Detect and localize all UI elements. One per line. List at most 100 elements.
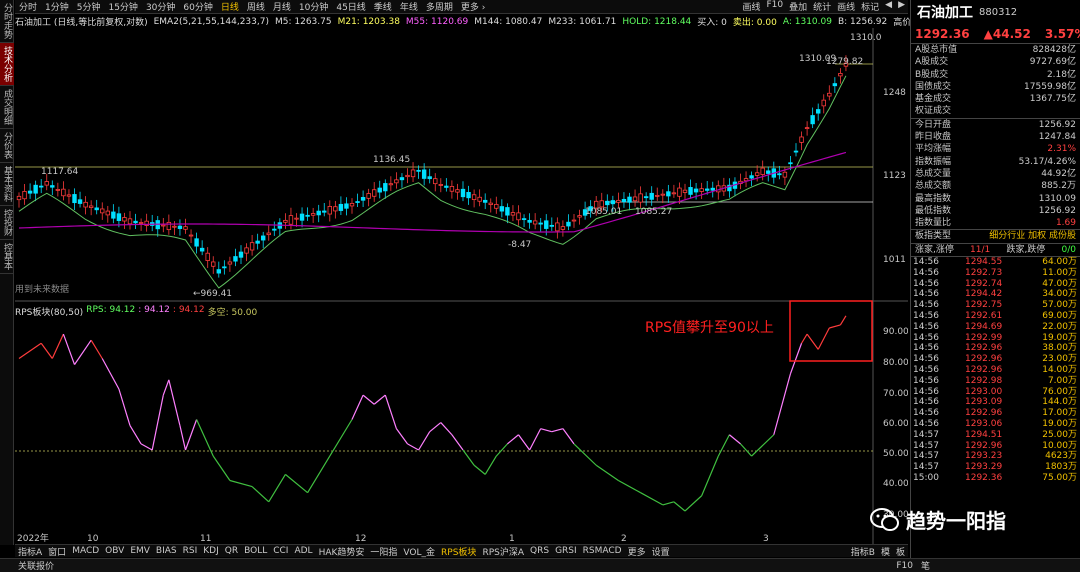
panel-header: 石油加工 880312 [911,0,1080,24]
period-1[interactable]: 1分钟 [41,0,73,13]
annot-1085a: 1085.01 [585,207,622,217]
indicator-b-tab[interactable]: 指标B [848,545,878,558]
period-8[interactable]: 月线 [269,0,295,13]
rps-segment [285,473,308,494]
left-tab-6[interactable]: 控基本 [0,240,14,274]
candle-body [266,232,271,236]
bottom-tab-10[interactable]: CCI [270,546,291,556]
status-pen[interactable]: 笔 [921,559,1080,572]
tick-list[interactable]: 14:56 1294.55 64.00万 14:56 1292.73 11.00万 14:5… [911,257,1080,484]
bottom-tab-12[interactable]: HAK趋势安 [316,545,368,558]
bottom-tab-5[interactable]: BIAS [153,546,180,556]
bottom-tab-18[interactable]: GRSI [552,546,580,556]
left-tab-1[interactable]: 技术分析 [0,43,14,86]
tool-3[interactable]: 统计 [810,0,834,13]
market-value: 17559.98亿 [1024,81,1076,92]
plate-type-value[interactable]: 细分行业 加权 成份股 [989,230,1076,242]
left-tab-2[interactable]: 成交明细 [0,86,14,129]
tick-row: 14:56 1292.99 19.00万 [911,333,1080,344]
next-arrow-icon[interactable]: ▶ [895,0,908,13]
left-tab-3[interactable]: 分价表 [0,129,14,163]
tool-5[interactable]: 标记 [858,0,882,13]
bottom-tab-14[interactable]: VOL_金 [400,545,438,558]
bottom-tab-6[interactable]: RSI [180,546,201,556]
bottom-tab-8[interactable]: QR [222,546,241,556]
bottom-tab-11[interactable]: ADL [291,546,315,556]
period-10[interactable]: 45日线 [332,0,369,13]
rps-axis-50: 50.00 [883,449,908,459]
left-tab-5[interactable]: 控投财 [0,206,14,240]
chart-area[interactable]: 1310.0 1248 1123 1011 1117.64 1136.45 ←9… [15,28,908,544]
candle-body [355,201,360,203]
period-6[interactable]: 日线 [217,0,243,13]
candle-body [133,220,138,224]
market-value: 1367.75亿 [1029,94,1076,105]
rps-segment [384,394,397,429]
index-stats: 今日开盘 1256.92 昨日收盘 1247.84 平均涨幅 2.31% 指数振幅 53.17… [911,119,1080,230]
b-value: B: 1256.92 [837,16,888,27]
tool-1[interactable]: F10 [763,0,786,13]
bottom-tab-17[interactable]: QRS [527,546,552,556]
future-data-notice: 用到未来数据 [15,283,69,295]
bottom-tab-20[interactable]: 更多 [625,545,649,558]
annot-1117: 1117.64 [41,167,78,177]
tick-row: 14:56 1292.61 69.00万 [911,311,1080,322]
panel-code: 880312 [979,6,1018,18]
tick-row: 14:56 1293.06 19.00万 [911,419,1080,430]
tool-2[interactable]: 叠加 [786,0,810,13]
rps-label[interactable]: RPS板块(80,50) [15,305,86,318]
tick-time: 14:56 [913,354,939,365]
bottom-tab-2[interactable]: MACD [69,546,102,556]
plate-tab[interactable]: 板 [893,545,908,558]
time-axis-11: 11 [200,534,211,544]
left-tab-4[interactable]: 基本资料 [0,163,14,206]
candle-body [333,206,338,212]
period-9[interactable]: 10分钟 [295,0,332,13]
period-0[interactable]: 分时 [15,0,41,13]
rps-segment [507,434,519,445]
bottom-tab-0[interactable]: 指标A [15,545,45,558]
prev-arrow-icon[interactable]: ◀ [882,0,895,13]
rps-axis-40: 40.00 [883,479,908,489]
status-related-quote[interactable]: 关联报价 [0,559,54,572]
bottom-tab-9[interactable]: BOLL [241,546,270,556]
bottom-tab-13[interactable]: 一阳指 [367,545,400,558]
period-14[interactable]: 更多 › [457,0,489,13]
candle-body [433,178,438,185]
bottom-tab-7[interactable]: KDJ [200,546,222,556]
bottom-tab-3[interactable]: OBV [102,546,127,556]
period-3[interactable]: 15分钟 [104,0,141,13]
candle-body [188,234,194,237]
tool-4[interactable]: 画线 [834,0,858,13]
period-7[interactable]: 周线 [243,0,269,13]
stat-row: 平均涨幅 2.31% [911,143,1080,155]
period-13[interactable]: 多周期 [422,0,457,13]
bottom-tab-16[interactable]: RPS沪深A [479,545,527,558]
candle-body [549,224,554,227]
template-tab[interactable]: 模 [878,545,893,558]
tick-time: 14:57 [913,462,939,473]
period-11[interactable]: 季线 [370,0,396,13]
period-12[interactable]: 年线 [396,0,422,13]
rps-value-2: : 94.12 [138,305,170,315]
period-5[interactable]: 60分钟 [179,0,216,13]
rps-segment [806,333,819,350]
ema-label[interactable]: EMA2(5,21,55,144,233,7) [154,17,275,27]
period-4[interactable]: 30分钟 [142,0,179,13]
tick-row: 15:00 1292.36 75.00万 [911,473,1080,484]
market-key: 权证成交 [915,106,952,117]
bottom-tab-4[interactable]: EMV [127,546,153,556]
bottom-tab-1[interactable]: 窗口 [45,545,69,558]
candle-body [499,206,505,212]
rps-segment [74,339,92,365]
bottom-tab-15[interactable]: RPS板块 [438,545,479,558]
tool-0[interactable]: 画线 [739,0,763,13]
candle-body [555,222,560,232]
tick-row: 14:56 1292.96 23.00万 [911,354,1080,365]
bottom-tab-19[interactable]: RSMACD [580,546,625,556]
left-tab-0[interactable]: 分时走势 [0,0,14,43]
period-2[interactable]: 5分钟 [73,0,105,13]
bottom-tab-21[interactable]: 设置 [649,545,673,558]
candle-body [494,203,499,209]
status-f10[interactable]: F10 [896,561,921,571]
